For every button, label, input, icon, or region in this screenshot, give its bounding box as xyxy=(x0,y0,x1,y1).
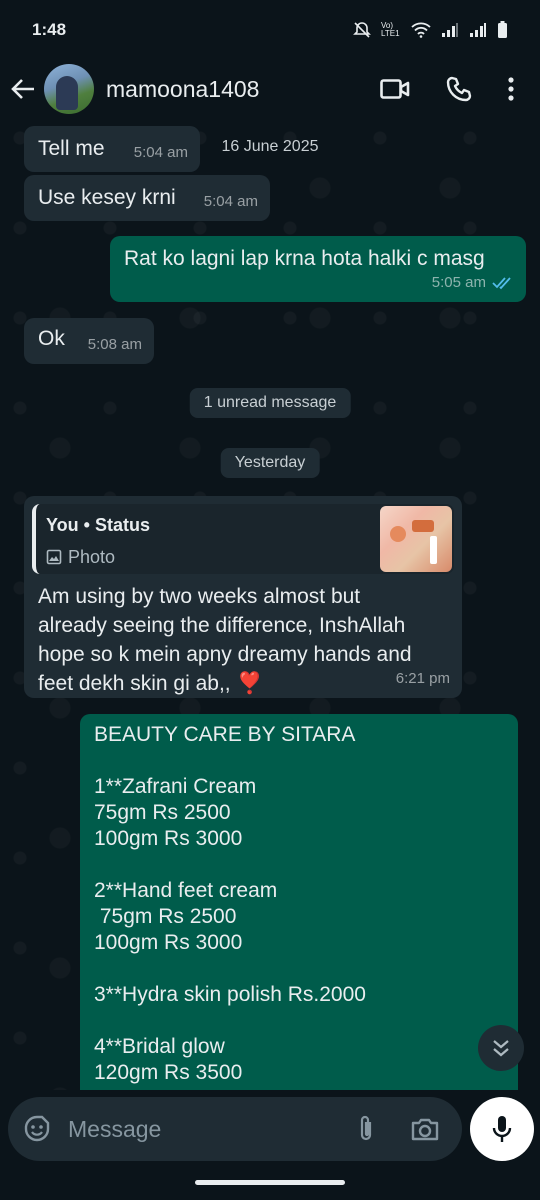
message-text: Rat ko lagni lap krna hota halki c masg xyxy=(124,247,485,270)
pricelist-line: 100gm Rs 3000 xyxy=(94,931,243,954)
composer-actions xyxy=(356,1114,448,1144)
scroll-to-bottom-button[interactable] xyxy=(478,1025,524,1071)
pricelist-line xyxy=(94,748,366,774)
camera-icon[interactable] xyxy=(410,1116,440,1142)
message-text: Tell me xyxy=(38,137,105,160)
quote-subtitle-text: Photo xyxy=(68,547,116,567)
message-text: Use kesey krni xyxy=(38,186,176,209)
pricelist-line xyxy=(94,852,366,878)
photo-icon xyxy=(46,549,62,565)
voice-call-icon[interactable] xyxy=(446,76,472,102)
message-incoming[interactable]: Use kesey krni 5:04 am xyxy=(24,175,270,221)
date-divider: 16 June 2025 xyxy=(221,138,319,155)
double-chevron-down-icon xyxy=(493,1040,509,1057)
status-bar: 1:48 Vo) LTE1 xyxy=(0,0,540,60)
status-thumbnail[interactable] xyxy=(380,506,452,572)
message-composer: Message xyxy=(8,1097,462,1161)
message-line: already seeing the difference, InshAllah xyxy=(38,614,406,637)
wifi-icon xyxy=(411,22,431,38)
quote-title: You • Status xyxy=(46,515,150,535)
read-ticks-icon xyxy=(492,277,511,290)
message-time: 6:21 pm xyxy=(395,670,450,687)
volte-label: Vo) LTE1 xyxy=(381,21,400,38)
message-meta: 5:05 am xyxy=(432,270,514,296)
signal-icon-1 xyxy=(442,23,458,37)
pricelist-line: 1**Zafrani Cream xyxy=(94,775,257,798)
gesture-nav-bar[interactable] xyxy=(195,1180,345,1185)
microphone-icon xyxy=(492,1116,512,1142)
quote-text: You • Status Photo xyxy=(36,504,378,574)
message-input[interactable]: Message xyxy=(68,1116,161,1143)
message-line: feet dekh skin gi ab,, ❣️ xyxy=(38,672,263,695)
back-arrow-icon[interactable] xyxy=(10,76,36,102)
pricelist-line: 3**Hydra skin polish Rs.2000 xyxy=(94,983,366,1006)
thumbnail-box xyxy=(412,520,434,532)
chat-header: mamoona1408 xyxy=(0,60,540,118)
header-actions xyxy=(380,76,530,102)
pricelist-line xyxy=(94,956,366,982)
voice-record-button[interactable] xyxy=(470,1097,534,1161)
message-line: hope so k mein apny dreamy hands and xyxy=(38,643,412,666)
battery-icon xyxy=(498,21,507,38)
message-incoming[interactable]: Tell me 5:04 am xyxy=(24,126,200,172)
pricelist-line xyxy=(94,1008,366,1034)
thumbnail-jar xyxy=(390,526,406,542)
pricelist-line: 75gm Rs 2500 xyxy=(94,801,231,824)
message-time: 5:08 am xyxy=(87,336,142,353)
pricelist-line: 100gm Rs 3000 xyxy=(94,827,243,850)
pricelist-line: BEAUTY CARE BY SITARA xyxy=(94,723,356,746)
thumbnail-tube xyxy=(430,536,437,564)
avatar[interactable] xyxy=(44,64,94,114)
video-call-icon[interactable] xyxy=(380,78,410,100)
status-time: 1:48 xyxy=(32,20,67,39)
message-time: 5:04 am xyxy=(133,144,188,161)
unread-indicator: 1 unread message xyxy=(189,388,351,418)
message-incoming[interactable]: Ok 5:08 am xyxy=(24,318,154,364)
more-options-icon[interactable] xyxy=(508,76,514,102)
attach-icon[interactable] xyxy=(356,1114,376,1144)
pricelist-line: 120gm Rs 3500 xyxy=(94,1061,243,1084)
status-icons: Vo) LTE1 xyxy=(353,21,508,39)
sticker-icon[interactable] xyxy=(22,1114,52,1144)
quote-subtitle: Photo xyxy=(46,544,368,570)
quoted-status[interactable]: You • Status Photo xyxy=(32,504,454,574)
pricelist-line: 4**Bridal glow xyxy=(94,1035,225,1058)
date-divider: Yesterday xyxy=(220,448,320,478)
message-outgoing[interactable]: Rat ko lagni lap krna hota halki c masg … xyxy=(110,236,526,302)
signal-icon-2 xyxy=(470,23,486,37)
message-text: Ok xyxy=(38,327,65,350)
message-body: Am using by two weeks almost but already… xyxy=(38,582,412,698)
mute-icon xyxy=(353,22,371,38)
chat-area[interactable]: Tell me 5:04 am 16 June 2025 Use kesey k… xyxy=(0,118,540,1090)
message-outgoing-pricelist[interactable]: BEAUTY CARE BY SITARA 1**Zafrani Cream 7… xyxy=(80,714,518,1090)
message-time: 5:04 am xyxy=(203,193,258,210)
pricelist-body: BEAUTY CARE BY SITARA 1**Zafrani Cream 7… xyxy=(94,722,366,1086)
message-time: 5:05 am xyxy=(431,274,486,291)
message-status-reply[interactable]: You • Status Photo Am using by two weeks… xyxy=(24,496,462,698)
pricelist-line: 75gm Rs 2500 xyxy=(94,905,237,928)
pricelist-line: 2**Hand feet cream xyxy=(94,879,278,902)
contact-name[interactable]: mamoona1408 xyxy=(106,76,259,103)
message-line: Am using by two weeks almost but xyxy=(38,585,361,608)
